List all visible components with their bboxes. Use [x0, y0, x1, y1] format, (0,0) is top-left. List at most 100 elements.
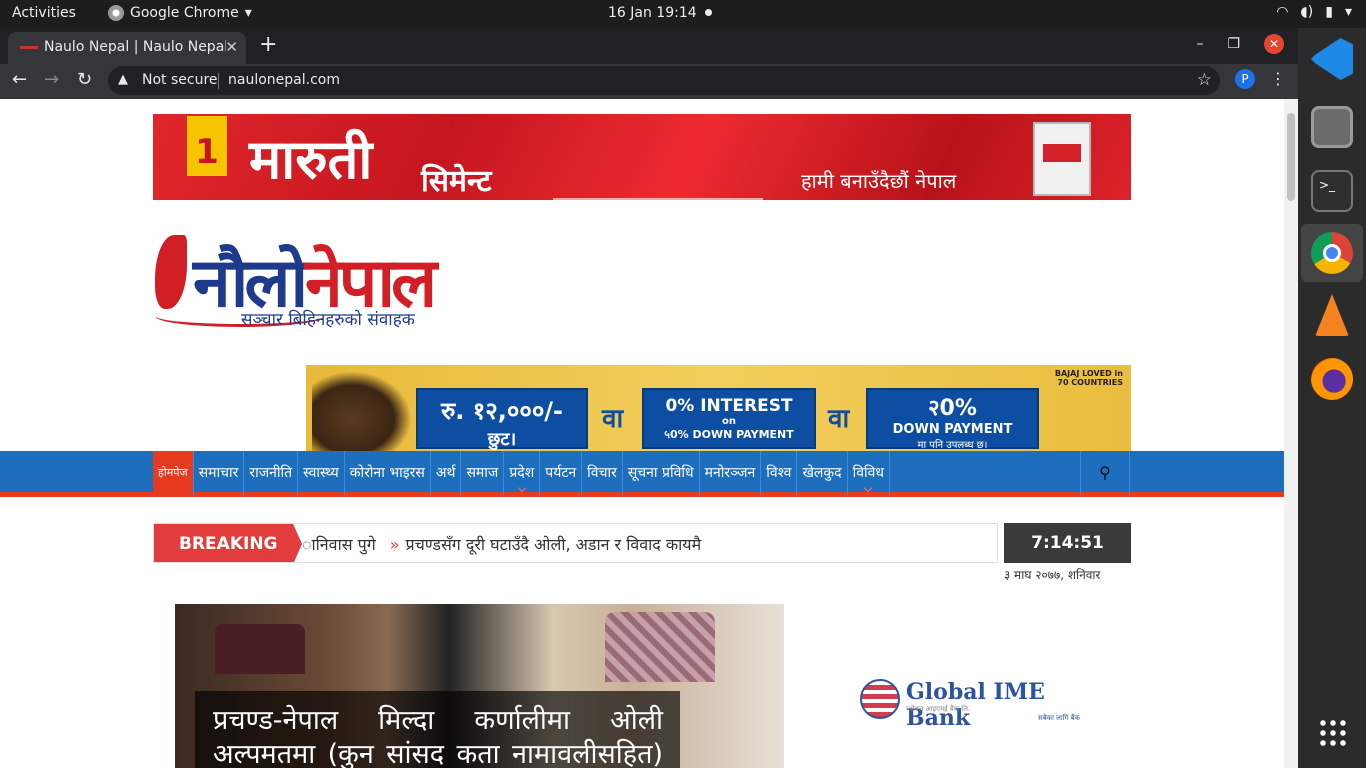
- offer-2-title: 0% INTEREST: [665, 396, 793, 416]
- bank-globe-icon: [860, 679, 900, 719]
- page-scrollbar[interactable]: [1284, 99, 1298, 768]
- show-apps-icon[interactable]: [1318, 718, 1348, 748]
- warning-icon[interactable]: ▲: [118, 72, 128, 87]
- nav-item[interactable]: खेलकुद: [797, 451, 848, 495]
- flame-icon: [155, 235, 187, 309]
- breaking-news-ticker[interactable]: BREAKING ानिवास पुगे » प्रचण्डसँग दूरी घटा…: [153, 523, 998, 563]
- nav-item-label: राजनीति: [249, 465, 293, 481]
- security-status[interactable]: Not secure: [142, 72, 218, 88]
- wifi-icon: ◠: [1276, 4, 1289, 20]
- nav-item[interactable]: राजनीति: [244, 451, 299, 495]
- address-bar[interactable]: ▲ Not secure naulonepal.com ☆: [108, 66, 1220, 95]
- nav-item-label: समाचार: [198, 465, 239, 481]
- search-icon[interactable]: ⚲: [1080, 451, 1130, 495]
- app-menu[interactable]: Google Chrome ▾: [108, 5, 252, 21]
- caret-down-icon: ▾: [1344, 4, 1352, 20]
- nav-item-label: समाज: [466, 465, 499, 481]
- offer-2-on: on: [722, 416, 736, 427]
- nav-item[interactable]: समाज: [461, 451, 505, 495]
- nav-item-label: होमपेज: [158, 466, 188, 479]
- reload-icon[interactable]: ↻: [77, 69, 92, 90]
- offer-3-title: DOWN PAYMENT: [892, 422, 1013, 437]
- chrome-icon: [108, 5, 124, 21]
- volume-icon: ◖): [1300, 4, 1314, 20]
- offer-box-2: 0% INTEREST on ५0% DOWN PAYMENT: [642, 388, 816, 449]
- site-favicon-icon: [20, 43, 38, 53]
- system-clock[interactable]: 16 Jan 19:14: [608, 5, 697, 21]
- back-icon[interactable]: ←: [12, 69, 27, 90]
- nav-item[interactable]: अर्थ: [431, 451, 462, 495]
- nepali-date: ३ माघ २०७७, शनिवार: [1004, 568, 1101, 582]
- nav-item[interactable]: स्वास्थ्य: [298, 451, 345, 495]
- featured-headline[interactable]: प्रचण्ड-नेपाल मिल्दा कर्णालीमा ओली अल्पम…: [213, 704, 663, 768]
- activities-button[interactable]: Activities: [12, 5, 76, 21]
- system-tray[interactable]: ◠ ◖) ▮ ▾: [1276, 4, 1352, 20]
- photo-cap-left: [215, 624, 305, 674]
- bajaj-ad[interactable]: रु. १२,०००/- छुट। वा 0% INTEREST on ५0% …: [306, 365, 1131, 451]
- nav-item[interactable]: विचार: [582, 451, 623, 495]
- new-tab-button[interactable]: +: [259, 32, 277, 57]
- firefox-icon[interactable]: [1311, 358, 1353, 400]
- browser-toolbar: ← → ↻ ▲ Not secure naulonepal.com ☆ P ⋮: [0, 64, 1298, 99]
- ad-brand-sub: सिमेन्ट: [421, 164, 492, 199]
- kebab-menu-icon[interactable]: ⋮: [1270, 69, 1286, 88]
- vlc-icon[interactable]: [1315, 294, 1349, 336]
- forward-icon[interactable]: →: [44, 69, 59, 90]
- nav-item[interactable]: सूचना प्रविधि: [623, 451, 700, 495]
- tab-close-icon[interactable]: ✕: [225, 38, 238, 56]
- web-page: 1 मारुती सिमेन्ट हामी बनाउँदैछौं नेपाल न…: [0, 99, 1284, 768]
- nav-item[interactable]: होमपेज: [153, 451, 194, 495]
- logo-tagline: सञ्चार बिहिनहरुको संवाहक: [241, 310, 415, 330]
- url-text[interactable]: naulonepal.com: [228, 72, 340, 88]
- offer-3-percent: २0%: [928, 396, 977, 421]
- or-label: वा: [828, 404, 850, 434]
- nav-item-label: विचार: [587, 465, 617, 481]
- profile-avatar[interactable]: P: [1235, 69, 1255, 89]
- skyline-illustration: [553, 144, 763, 200]
- offer-1-amount: रु. १२,०००/-: [440, 397, 564, 425]
- site-logo[interactable]: नौलो नेपाल सञ्चार बिहिनहरुको संवाहक: [153, 229, 453, 333]
- featured-story[interactable]: प्रचण्ड-नेपाल मिल्दा कर्णालीमा ओली अल्पम…: [175, 604, 784, 768]
- offer-box-3: २0% DOWN PAYMENT मा पनि उपलब्ध छ।: [866, 388, 1039, 451]
- scrollbar-thumb[interactable]: [1287, 113, 1295, 201]
- nav-item-label: प्रदेश: [509, 465, 535, 481]
- nav-item[interactable]: कोरोना भाइरस: [345, 451, 431, 495]
- minimize-icon[interactable]: –: [1196, 36, 1203, 52]
- window-controls: – ❐ ✕: [1196, 34, 1284, 54]
- nav-item-label: स्वास्थ्य: [303, 465, 339, 481]
- global-ime-bank-ad[interactable]: Global IME Bank ग्लोबल आइएमई बैंक लि. सब…: [860, 679, 1100, 731]
- bank-sub: ग्लोबल आइएमई बैंक लि.: [906, 705, 971, 713]
- ticker-text[interactable]: ानिवास पुगे » प्रचण्डसँग दूरी घटाउँदै ओली,…: [302, 533, 701, 555]
- nav-item[interactable]: प्रदेश: [504, 451, 541, 495]
- offer-box-1: रु. १२,०००/- छुट।: [416, 388, 588, 450]
- ticker-prev-item[interactable]: ानिवास पुगे: [302, 535, 376, 554]
- vscode-icon[interactable]: [1311, 38, 1353, 80]
- nav-item[interactable]: समाचार: [194, 451, 245, 495]
- ad-tagline: हामी बनाउँदैछौं नेपाल: [801, 169, 957, 193]
- nav-item-label: पर्यटन: [545, 465, 577, 481]
- nav-item[interactable]: विश्व: [761, 451, 798, 495]
- system-top-bar: Activities Google Chrome ▾ 16 Jan 19:14 …: [0, 0, 1366, 28]
- nav-item[interactable]: पर्यटन: [540, 451, 583, 495]
- chrome-icon[interactable]: [1311, 232, 1353, 274]
- breaking-label: BREAKING: [154, 524, 302, 562]
- nav-item-label: अर्थ: [435, 465, 456, 481]
- offer-3-sub: मा पनि उपलब्ध छ।: [917, 440, 988, 451]
- nav-item-label: कोरोना भाइरस: [349, 465, 425, 481]
- photo-cap-right: [605, 612, 715, 682]
- nav-item-label: विश्व: [766, 465, 792, 481]
- terminal-icon[interactable]: >_: [1311, 170, 1353, 212]
- nav-item[interactable]: मनोरञ्जन: [700, 451, 762, 495]
- dock: >_: [1298, 28, 1366, 768]
- files-icon[interactable]: [1311, 106, 1353, 148]
- bookmark-star-icon[interactable]: ☆: [1197, 70, 1212, 90]
- window-close-button[interactable]: ✕: [1264, 34, 1284, 54]
- maruti-cement-ad[interactable]: 1 मारुती सिमेन्ट हामी बनाउँदैछौं नेपाल: [153, 114, 1131, 200]
- browser-tab[interactable]: Naulo Nepal | Naulo Nepal ✕: [8, 32, 246, 64]
- offer-2-sub: ५0% DOWN PAYMENT: [664, 428, 794, 441]
- restore-icon[interactable]: ❐: [1227, 36, 1240, 52]
- nav-item[interactable]: विविध: [848, 451, 891, 495]
- ticker-current-item[interactable]: प्रचण्डसँग दूरी घटाउँदै ओली, अडान र विवा…: [406, 535, 702, 554]
- bajaj-logo: BAJAJ LOVED in 70 COUNTRIES: [1054, 369, 1123, 387]
- chevron-down-icon: [517, 483, 527, 493]
